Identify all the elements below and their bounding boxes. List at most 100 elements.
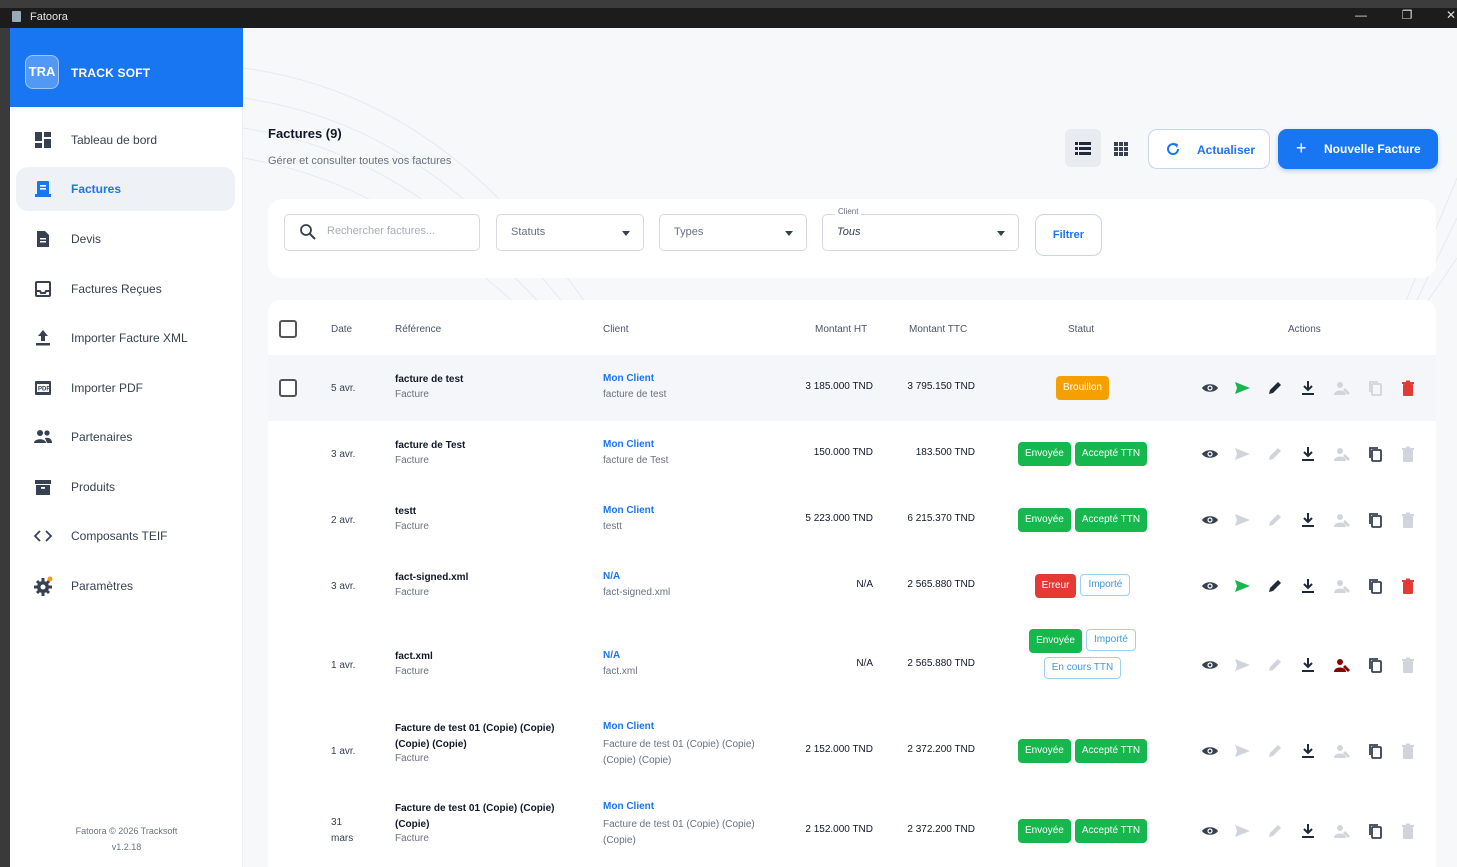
search-input[interactable] <box>327 225 472 237</box>
copy-icon[interactable] <box>1366 511 1384 529</box>
sidebar-item-produits[interactable]: Produits <box>16 465 235 509</box>
row-checkbox[interactable] <box>279 379 297 397</box>
sidebar-item-devis[interactable]: Devis <box>16 217 235 261</box>
copy-icon[interactable] <box>1366 577 1384 595</box>
delete-icon[interactable] <box>1399 577 1417 595</box>
header-amount-ttc: Montant TTC <box>909 324 968 335</box>
status-badge: Envoyée <box>1017 442 1071 466</box>
view-icon[interactable] <box>1201 379 1219 397</box>
table-row[interactable]: 5 avr. facture de test Facture Mon Client fa… <box>268 355 1436 421</box>
client-link[interactable]: Mon Client <box>603 801 654 812</box>
table-row[interactable]: 1 avr. Facture de test 01 (Copie) (Copie)… <box>268 711 1436 791</box>
list-view-toggle[interactable] <box>1065 129 1101 167</box>
view-icon[interactable] <box>1201 577 1219 595</box>
client-link[interactable]: Mon Client <box>603 373 654 384</box>
download-icon[interactable] <box>1299 656 1317 674</box>
download-icon[interactable] <box>1299 511 1317 529</box>
download-icon[interactable] <box>1299 742 1317 760</box>
view-icon[interactable] <box>1201 445 1219 463</box>
close-window-button[interactable]: ✕ <box>1436 8 1457 28</box>
maximize-button[interactable]: ❐ <box>1392 8 1422 28</box>
sidebar-item-importer-facture-xml[interactable]: Importer Facture XML <box>16 316 235 360</box>
status-badges: Envoyée Accepté TTN <box>1005 739 1160 763</box>
table-row[interactable]: 2 avr. testt Facture Mon Client testt 5 223.0… <box>268 487 1436 553</box>
client-link[interactable]: Mon Client <box>603 439 654 450</box>
table-row[interactable]: 1 avr. fact.xml Facture N/A fact.xml N/A 2 565… <box>268 619 1436 711</box>
invoice-reference[interactable]: testt <box>395 504 580 520</box>
client-select[interactable]: Client Tous <box>822 207 1019 251</box>
status-badge: Envoyée <box>1017 508 1071 532</box>
invoice-reference[interactable]: Facture de test 01 (Copie) (Copie) (Copi… <box>395 721 580 753</box>
view-icon[interactable] <box>1201 742 1219 760</box>
copy-icon[interactable] <box>1366 656 1384 674</box>
type-select[interactable]: Types <box>659 214 807 251</box>
copy-icon[interactable] <box>1366 742 1384 760</box>
sidebar-item-composants-teif[interactable]: Composants TEIF <box>16 514 235 558</box>
new-invoice-button[interactable]: + Nouvelle Facture <box>1278 129 1438 169</box>
table-row[interactable]: 31 mars Facture de test 01 (Copie) (Copie… <box>268 791 1436 867</box>
refresh-button[interactable]: Actualiser <box>1148 129 1270 169</box>
status-badges: Envoyée Accepté TTN <box>1005 442 1160 466</box>
sign-icon <box>1334 825 1350 838</box>
view-icon[interactable] <box>1201 822 1219 840</box>
search-icon <box>300 224 316 240</box>
header-amount-ht: Montant HT <box>815 324 868 335</box>
copy-icon[interactable] <box>1366 445 1384 463</box>
view-icon[interactable] <box>1201 511 1219 529</box>
grid-view-toggle[interactable] <box>1103 129 1139 167</box>
invoice-date: 1 avr. <box>331 746 356 757</box>
brand-logo: TRA <box>25 55 59 89</box>
sidebar-item-factures-re-ues[interactable]: Factures Reçues <box>16 267 235 311</box>
invoice-reference[interactable]: facture de test <box>395 372 580 388</box>
invoice-type: Facture <box>395 587 429 598</box>
client-link[interactable]: N/A <box>603 650 620 661</box>
select-all-checkbox[interactable] <box>279 320 297 338</box>
client-link[interactable]: N/A <box>603 571 620 582</box>
sidebar-item-param-tres[interactable]: Paramètres <box>16 564 235 608</box>
amount-ttc: 3 795.150 TND <box>907 381 975 392</box>
table-row[interactable]: 3 avr. fact-signed.xml Facture N/A fact-sign… <box>268 553 1436 619</box>
minimize-button[interactable]: — <box>1346 8 1376 28</box>
sidebar-item-tableau-de-bord[interactable]: Tableau de bord <box>16 118 235 162</box>
copy-icon[interactable] <box>1366 822 1384 840</box>
download-icon[interactable] <box>1299 379 1317 397</box>
send-icon[interactable] <box>1233 577 1251 595</box>
edit-icon <box>1269 659 1281 671</box>
send-icon[interactable] <box>1233 379 1251 397</box>
sidebar-item-partenaires[interactable]: Partenaires <box>16 415 235 459</box>
sidebar-item-label: Tableau de bord <box>71 133 158 147</box>
row-actions <box>1188 742 1418 762</box>
invoice-reference[interactable]: facture de Test <box>395 438 580 454</box>
invoice-date: 1 avr. <box>331 660 356 671</box>
sign-icon <box>1334 745 1350 758</box>
view-icon[interactable] <box>1201 656 1219 674</box>
send-icon <box>1235 745 1250 757</box>
filter-button[interactable]: Filtrer <box>1035 214 1102 256</box>
edit-icon[interactable] <box>1266 577 1284 595</box>
status-badge: Envoyée <box>1017 739 1071 763</box>
sign-icon <box>1334 448 1350 461</box>
status-select[interactable]: Statuts <box>496 214 644 251</box>
invoice-reference[interactable]: Facture de test 01 (Copie) (Copie) (Copi… <box>395 801 580 833</box>
copyright-text: Fatoora © 2026 Tracksoft <box>75 826 178 836</box>
sidebar-item-factures[interactable]: Factures <box>16 167 235 211</box>
page-subtitle: Gérer et consulter toutes vos factures <box>268 155 452 167</box>
filter-bar: Statuts Types Client Tous Filtrer <box>268 199 1436 278</box>
header-actions: Actions <box>1288 324 1321 335</box>
sidebar-item-importer-pdf[interactable]: PDF Importer PDF <box>16 366 235 410</box>
amount-ht: 150.000 TND <box>813 447 873 458</box>
download-icon[interactable] <box>1299 822 1317 840</box>
invoice-date: 3 avr. <box>331 449 356 460</box>
invoice-reference[interactable]: fact.xml <box>395 649 580 665</box>
edit-icon[interactable] <box>1266 379 1284 397</box>
delete-icon[interactable] <box>1399 379 1417 397</box>
version-text: v1.2.18 <box>111 842 142 852</box>
sign-icon[interactable] <box>1333 656 1351 674</box>
client-link[interactable]: Mon Client <box>603 721 654 732</box>
download-icon[interactable] <box>1299 577 1317 595</box>
edit-icon <box>1269 448 1281 460</box>
download-icon[interactable] <box>1299 445 1317 463</box>
invoice-reference[interactable]: fact-signed.xml <box>395 570 580 586</box>
table-row[interactable]: 3 avr. facture de Test Facture Mon Client fa… <box>268 421 1436 487</box>
client-link[interactable]: Mon Client <box>603 505 654 516</box>
